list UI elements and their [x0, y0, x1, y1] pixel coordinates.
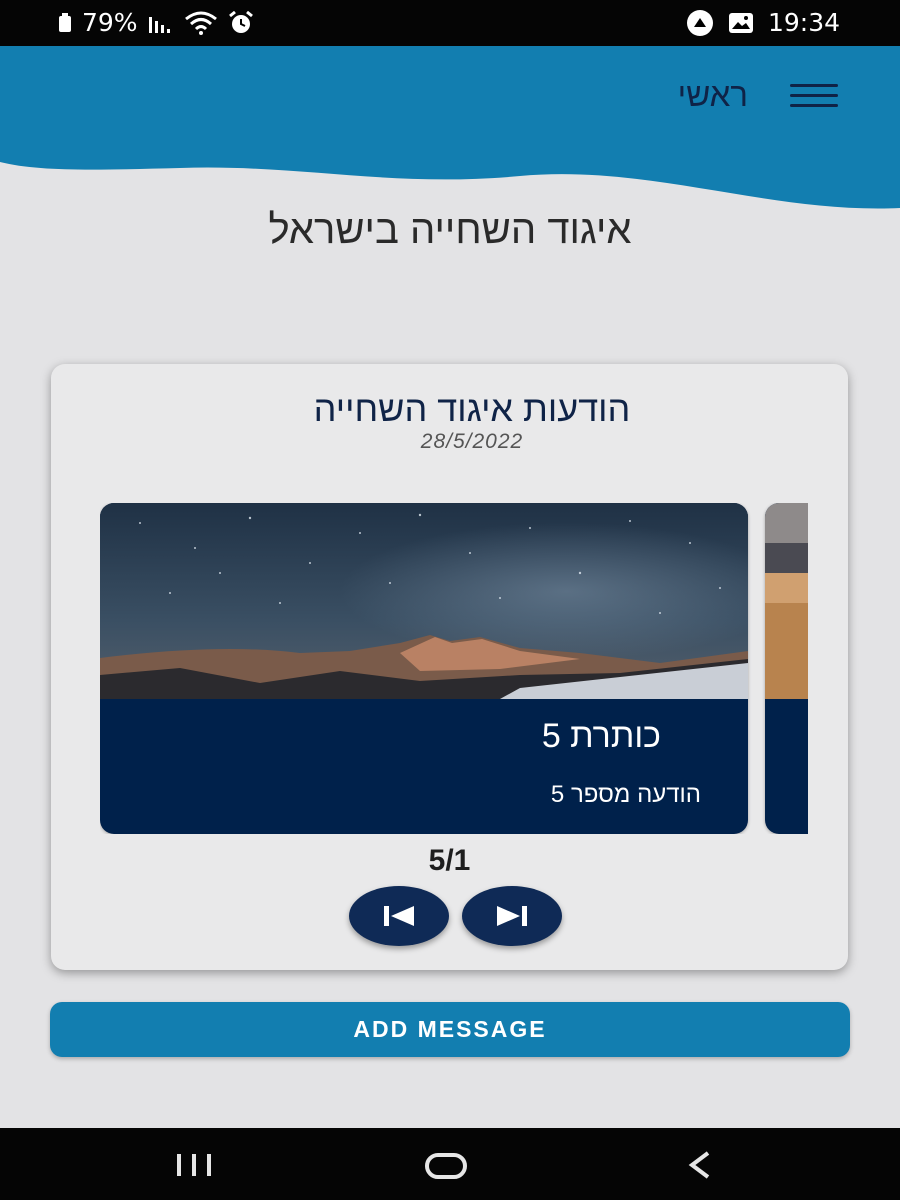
card-date: 28/5/2022: [420, 430, 524, 453]
slide-counter: 5/1: [428, 844, 471, 877]
wifi-icon: [184, 11, 218, 35]
next-message-slide-peek[interactable]: [765, 503, 808, 834]
recent-apps-icon[interactable]: [174, 1154, 214, 1181]
alarm-icon: [228, 10, 254, 35]
messages-card: הודעות איגוד השחייה 28/5/2022 כותרת 5 הו…: [51, 364, 848, 970]
slide-heading: כותרת 5: [541, 717, 661, 755]
hamburger-icon[interactable]: [790, 84, 838, 110]
status-right: 19:34: [686, 8, 840, 37]
header-wave: [0, 46, 900, 209]
night-sky-mountain-image: [100, 503, 748, 699]
back-icon[interactable]: [686, 1150, 712, 1185]
skip-previous-icon: [384, 906, 414, 926]
signal-icon: [148, 13, 174, 33]
add-message-button[interactable]: ADD MESSAGE: [50, 1002, 850, 1057]
home-icon[interactable]: [424, 1152, 468, 1185]
clock-time: 19:34: [767, 8, 840, 37]
app-header: ראשי: [0, 46, 900, 216]
slide-body: הודעה מספר 5: [550, 781, 701, 808]
status-bar: 79% 19:34: [0, 0, 900, 46]
page-title: איגוד השחייה בישראל: [268, 208, 632, 252]
system-navigation-bar: [0, 1128, 900, 1200]
notification-icon: [686, 9, 714, 37]
skip-next-icon: [497, 906, 527, 926]
message-carousel[interactable]: כותרת 5 הודעה מספר 5: [100, 503, 808, 834]
status-left: 79%: [58, 8, 254, 37]
previous-message-button[interactable]: [349, 886, 449, 946]
battery-percent: 79%: [82, 8, 138, 37]
message-slide[interactable]: כותרת 5 הודעה מספר 5: [100, 503, 748, 834]
image-icon: [728, 12, 754, 34]
card-title: הודעות איגוד השחייה: [313, 388, 631, 429]
nav-title[interactable]: ראשי: [678, 76, 748, 114]
desert-image: [765, 503, 808, 699]
next-message-button[interactable]: [462, 886, 562, 946]
battery-icon: [58, 12, 72, 33]
